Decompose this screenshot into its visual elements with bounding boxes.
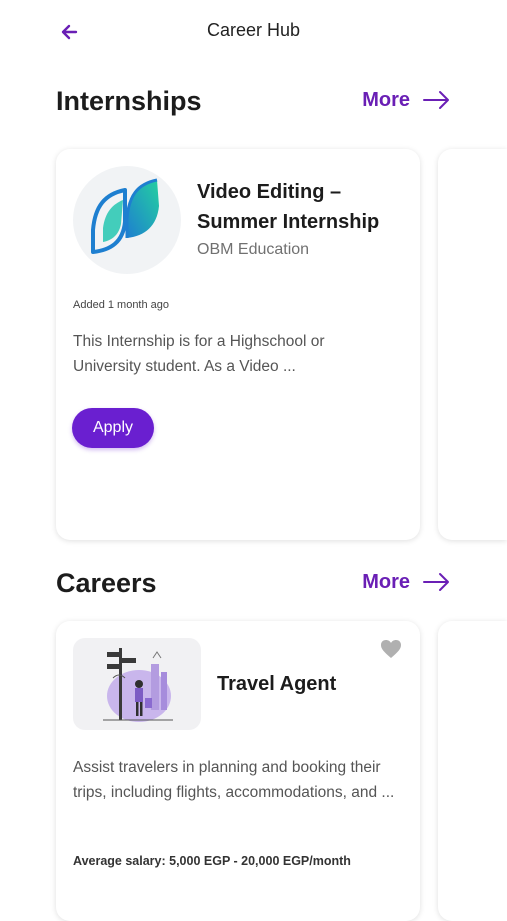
career-card[interactable]: Travel Agent Assist travelers in plannin… (56, 621, 420, 921)
top-bar: Career Hub (0, 0, 507, 62)
career-description: Assist travelers in planning and booking… (73, 759, 395, 801)
internships-title: Internships (56, 86, 202, 116)
posted-time: Added 1 month ago (73, 299, 170, 311)
internship-company: OBM Education (197, 241, 310, 258)
internships-more-link[interactable]: More (362, 88, 452, 112)
obm-education-logo-icon (91, 178, 159, 254)
internship-card-next[interactable] (438, 149, 507, 540)
favorite-button[interactable] (380, 639, 402, 659)
internship-title: Video Editing – Summer Internship (197, 181, 380, 233)
careers-more-label: More (362, 570, 410, 593)
careers-more-link[interactable]: More (362, 570, 452, 594)
heart-icon (381, 640, 401, 658)
careers-title: Careers (56, 568, 157, 598)
internship-card[interactable]: Video Editing – Summer Internship OBM Ed… (56, 149, 420, 540)
company-logo (73, 166, 181, 274)
arrow-right-icon (423, 91, 449, 109)
internship-description: This Internship is for a Highschool or U… (73, 333, 325, 375)
page-title: Career Hub (206, 20, 301, 40)
internships-more-label: More (362, 88, 410, 111)
apply-button[interactable]: Apply (72, 408, 154, 448)
careers-header: Careers More (56, 568, 452, 604)
travel-agent-illustration (103, 648, 173, 722)
arrow-right-icon (423, 573, 449, 591)
career-salary: Average salary: 5,000 EGP - 20,000 EGP/m… (73, 854, 351, 868)
career-title: Travel Agent (217, 673, 337, 695)
career-image (73, 638, 201, 730)
career-card-next[interactable] (438, 621, 507, 921)
internships-header: Internships More (56, 86, 452, 122)
